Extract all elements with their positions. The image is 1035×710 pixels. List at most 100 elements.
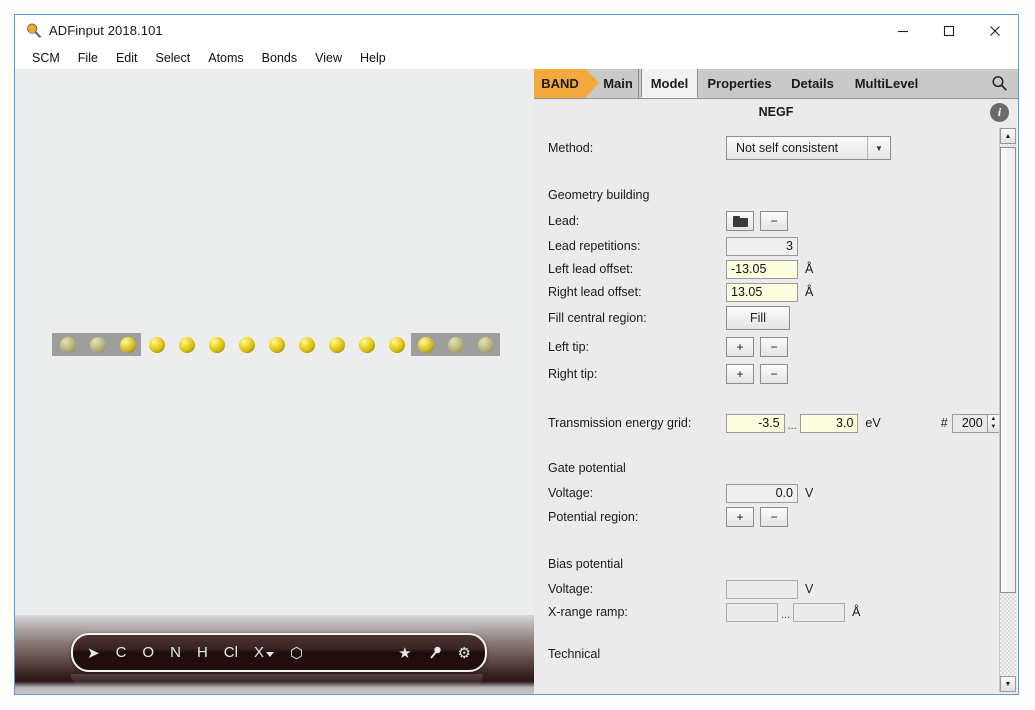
potential-region-add-button[interactable]: + (726, 507, 754, 527)
carbon-tool[interactable]: C (116, 644, 127, 661)
menu-edit[interactable]: Edit (107, 48, 147, 68)
right-tip-add-button[interactable]: + (726, 364, 754, 384)
application-window: ADFinput 2018.101 SCM File Edit Select A… (14, 14, 1019, 695)
menu-file[interactable]: File (69, 48, 107, 68)
desktop-background: ADFinput 2018.101 SCM File Edit Select A… (0, 0, 1035, 710)
maximize-button[interactable] (926, 15, 972, 47)
lead-atom (418, 337, 434, 353)
panel-header: NEGF i (534, 98, 1018, 128)
lead-repetitions-row: Lead repetitions: 3 (548, 235, 1000, 257)
nitrogen-tool[interactable]: N (170, 644, 181, 661)
menu-help[interactable]: Help (351, 48, 395, 68)
bias-voltage-unit: V (805, 582, 814, 596)
central-atom (389, 337, 405, 353)
left-tip-label: Left tip: (548, 340, 589, 354)
lead-repetitions-label: Lead repetitions: (548, 239, 641, 253)
transmission-to-input[interactable]: 3.0 (799, 413, 859, 433)
chevron-down-icon: ▼ (867, 137, 890, 159)
left-tip-row: Left tip: + − (548, 336, 1000, 358)
potential-region-remove-button[interactable]: − (760, 507, 788, 527)
central-atom (149, 337, 165, 353)
transmission-label: Transmission energy grid: (548, 416, 692, 430)
menu-view[interactable]: View (306, 48, 351, 68)
left-lead-offset-unit: Å (805, 262, 814, 276)
other-element-label: X (253, 644, 264, 661)
search-icon[interactable] (991, 75, 1008, 92)
central-atom (239, 337, 255, 353)
method-select[interactable]: Not self consistent ▼ (726, 136, 891, 160)
lead-atom (120, 337, 136, 353)
fill-central-region-label: Fill central region: (548, 311, 647, 325)
method-value: Not self consistent (736, 141, 839, 155)
tab-multilevel[interactable]: MultiLevel (844, 69, 929, 98)
transmission-count-input[interactable]: 200 (951, 413, 988, 433)
scrollbar-thumb[interactable] (1000, 147, 1016, 593)
negf-form: Method: Not self consistent ▼ Geometry b… (534, 128, 1000, 694)
info-icon[interactable]: i (990, 103, 1009, 122)
lead-atom (90, 337, 106, 353)
right-lead-offset-input[interactable]: 13.05 (726, 282, 798, 302)
select-arrow-tool[interactable]: ➤ (87, 644, 100, 662)
other-element-tool[interactable]: X (254, 644, 274, 661)
x-range-ramp-to-input[interactable] (793, 602, 846, 622)
maximize-icon (943, 25, 955, 37)
gate-voltage-input[interactable]: 0.0 (726, 483, 798, 503)
transmission-from-input[interactable]: -3.5 (726, 413, 785, 433)
gate-voltage-unit: V (805, 486, 814, 500)
stepper-up-icon[interactable]: ▲ (988, 415, 999, 424)
bond-tool[interactable] (428, 646, 442, 660)
molecule-viewport[interactable]: ➤ C O N H Cl X ⬡ ★ ⚙ (15, 69, 535, 694)
window-controls (880, 15, 1018, 47)
central-atom (179, 337, 195, 353)
right-tip-remove-button[interactable]: − (760, 364, 788, 384)
x-range-ramp-label: X-range ramp: (548, 605, 628, 619)
fill-button[interactable]: Fill (726, 306, 790, 330)
tab-model[interactable]: Model (641, 69, 698, 98)
settings-tool[interactable]: ⚙ (458, 644, 471, 662)
left-tip-add-button[interactable]: + (726, 337, 754, 357)
lead-repetitions-input[interactable]: 3 (726, 236, 798, 256)
scroll-up-button[interactable]: ▲ (1000, 128, 1016, 144)
panel-scrollbar[interactable]: ▲ ▼ (999, 128, 1016, 692)
left-lead-offset-input[interactable]: -13.05 (726, 259, 798, 279)
stepper-down-icon[interactable]: ▼ (988, 423, 999, 432)
bias-voltage-input[interactable] (726, 579, 798, 599)
favorites-tool[interactable]: ★ (398, 644, 411, 662)
bias-voltage-label: Voltage: (548, 582, 594, 596)
menu-atoms[interactable]: Atoms (199, 48, 252, 68)
transmission-row: Transmission energy grid: -3.5 ... 3.0 e… (548, 412, 1000, 434)
page-title: NEGF (758, 105, 794, 119)
transmission-separator: ... (787, 420, 797, 432)
oxygen-tool[interactable]: O (142, 644, 154, 661)
window-title: ADFinput 2018.101 (49, 23, 163, 38)
bias-potential-heading: Bias potential (548, 557, 624, 571)
menu-scm[interactable]: SCM (23, 48, 69, 68)
menu-bonds[interactable]: Bonds (253, 48, 306, 68)
gate-potential-heading: Gate potential (548, 461, 626, 475)
close-button[interactable] (972, 15, 1018, 47)
toolbar-reflection (71, 674, 483, 688)
central-atom (329, 337, 345, 353)
tab-band[interactable]: BAND (534, 69, 599, 98)
right-tip-label: Right tip: (548, 367, 598, 381)
gate-voltage-label: Voltage: (548, 486, 594, 500)
central-atom (359, 337, 375, 353)
ring-tool[interactable]: ⬡ (290, 644, 398, 662)
lead-open-button[interactable] (726, 211, 754, 231)
minimize-button[interactable] (880, 15, 926, 47)
tab-details[interactable]: Details (781, 69, 844, 98)
bias-voltage-row: Voltage: V (548, 578, 1000, 600)
x-range-ramp-from-input[interactable] (726, 602, 778, 622)
menu-select[interactable]: Select (146, 48, 199, 68)
x-range-ramp-unit: Å (852, 605, 861, 619)
left-lead-offset-label: Left lead offset: (548, 262, 634, 276)
hydrogen-tool[interactable]: H (197, 644, 208, 661)
chlorine-tool[interactable]: Cl (224, 644, 238, 661)
tab-properties[interactable]: Properties (698, 69, 781, 98)
menu-bar: SCM File Edit Select Atoms Bonds View He… (15, 47, 1018, 69)
scroll-down-button[interactable]: ▼ (1000, 676, 1016, 692)
lead-remove-button[interactable]: − (760, 211, 788, 231)
minimize-icon (898, 30, 908, 33)
left-lead-offset-row: Left lead offset: -13.05 Å (548, 258, 1000, 280)
left-tip-remove-button[interactable]: − (760, 337, 788, 357)
